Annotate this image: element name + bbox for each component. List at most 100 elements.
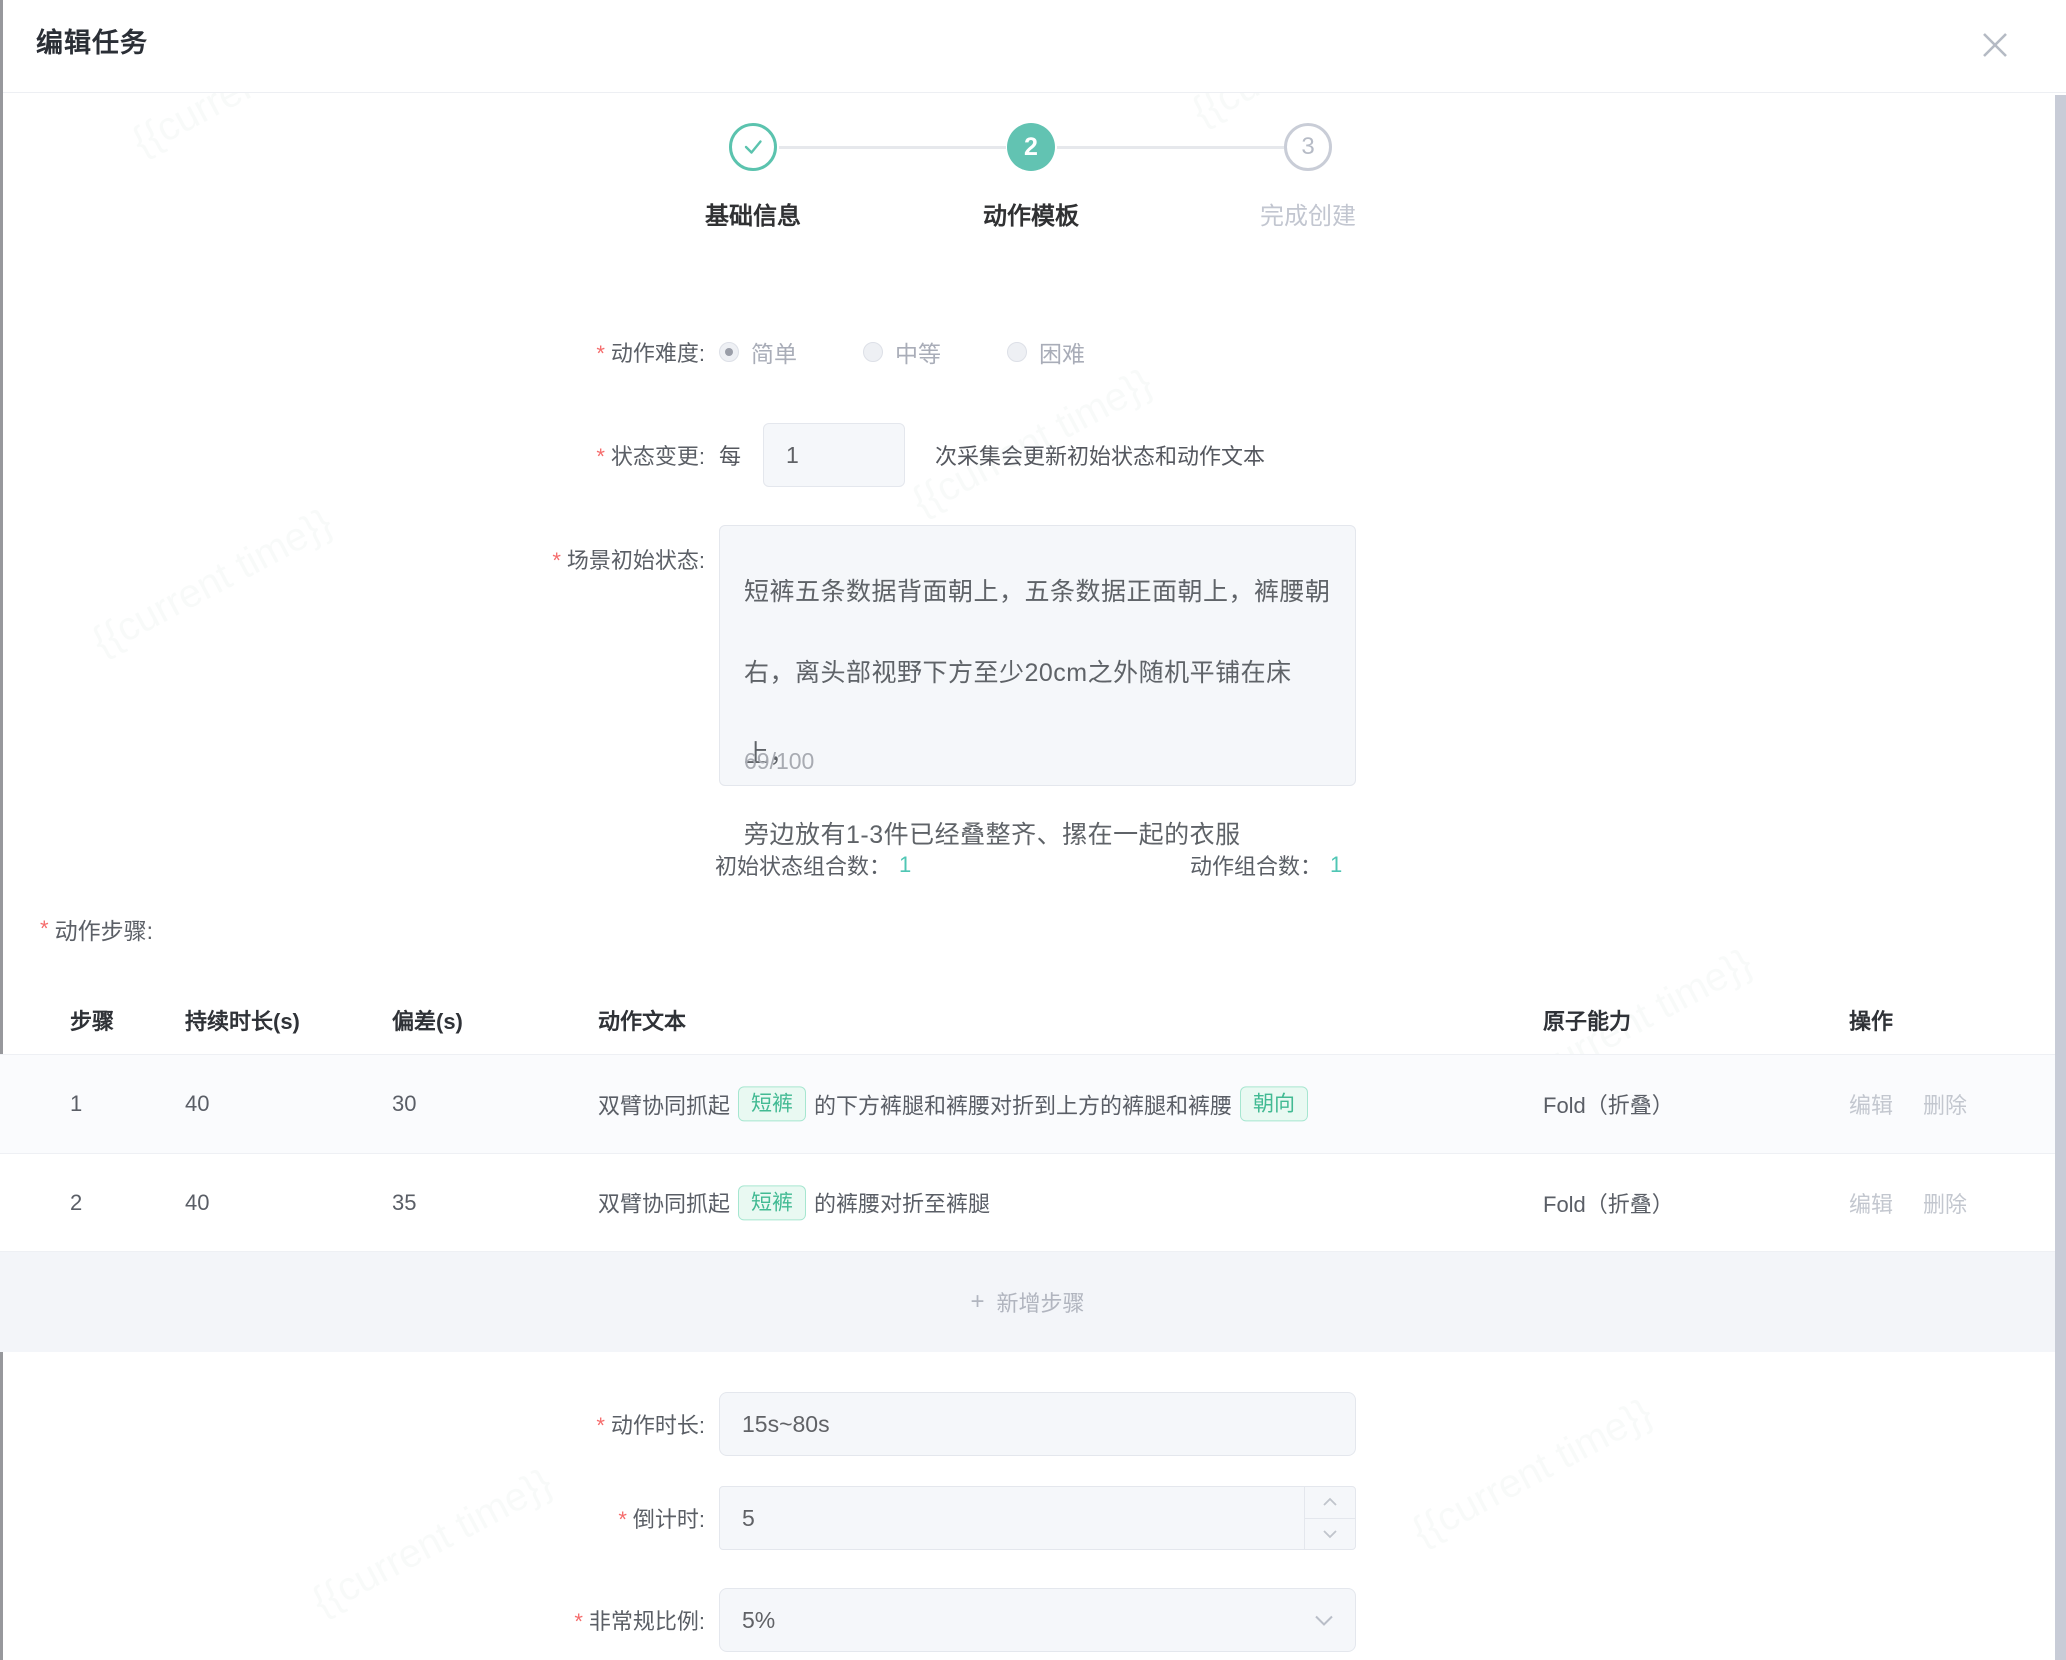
- radio-circle: [1007, 342, 1027, 362]
- combos-row: 初始状态组合数： 1 动作组合数： 1: [0, 845, 2066, 885]
- step-label-basic-info: 基础信息: [643, 196, 863, 231]
- edit-link[interactable]: 编辑: [1849, 1088, 1893, 1120]
- duration-row: *动作时长: 15s~80s: [0, 1392, 2066, 1456]
- action-steps-section-label: * 动作步骤:: [40, 909, 153, 949]
- required-asterisk: *: [574, 1609, 583, 1634]
- delete-link[interactable]: 删除: [1923, 1187, 1967, 1219]
- step-circle-1: [729, 123, 777, 171]
- initial-state-text: 短裤五条数据背面朝上，五条数据正面朝上，裤腰朝 右，离头部视野下方至少20cm之…: [744, 552, 1331, 876]
- step-number: 3: [1301, 133, 1314, 161]
- cell-ability: Fold（折叠）: [1543, 1187, 1674, 1219]
- initial-combos-label: 初始状态组合数：: [715, 849, 891, 881]
- object-tag: 短裤: [738, 1086, 806, 1121]
- cell-deviation: 35: [392, 1190, 416, 1216]
- initial-state-label: *场景初始状态:: [0, 543, 705, 575]
- required-asterisk: *: [596, 1413, 605, 1438]
- required-asterisk: *: [552, 548, 561, 573]
- char-counter: 69/100: [744, 748, 814, 775]
- col-header-text: 动作文本: [598, 1004, 1515, 1036]
- radio-medium[interactable]: 中等: [863, 335, 941, 369]
- step-label-action-template: 动作模板: [921, 196, 1141, 231]
- number-stepper: [1304, 1487, 1355, 1549]
- plus-icon: +: [970, 1288, 984, 1316]
- radio-easy[interactable]: 简单: [719, 335, 797, 369]
- dialog-title: 编辑任务: [36, 21, 148, 60]
- required-asterisk: *: [596, 444, 605, 469]
- required-asterisk: *: [596, 341, 605, 366]
- state-change-input[interactable]: 1: [763, 423, 905, 487]
- edit-task-dialog: {{current time}} {{current time}} {{curr…: [0, 0, 2066, 1660]
- add-step-label: 新增步骤: [997, 1286, 1085, 1318]
- step-circle-3: 3: [1284, 123, 1332, 171]
- unusual-ratio-row: *非常规比例: 5%: [0, 1588, 2066, 1652]
- chevron-up-icon: [1322, 1497, 1338, 1507]
- required-asterisk: *: [40, 916, 49, 942]
- countdown-label: *倒计时:: [0, 1502, 705, 1534]
- chevron-down-icon: [1313, 1614, 1335, 1628]
- col-header-ops: 操作: [1849, 1004, 1893, 1036]
- cell-duration: 40: [185, 1190, 209, 1216]
- col-header-step: 步骤: [70, 1004, 114, 1036]
- edit-link[interactable]: 编辑: [1849, 1187, 1893, 1219]
- step-circle-2: 2: [1007, 123, 1055, 171]
- countdown-value: 5: [742, 1505, 755, 1532]
- radio-circle: [863, 342, 883, 362]
- initial-state-textarea[interactable]: 短裤五条数据背面朝上，五条数据正面朝上，裤腰朝 右，离头部视野下方至少20cm之…: [719, 525, 1356, 786]
- object-tag: 短裤: [738, 1185, 806, 1220]
- check-icon: [739, 133, 767, 161]
- cell-duration: 40: [185, 1091, 209, 1117]
- action-combos-value: 1: [1330, 852, 1342, 878]
- cell-step: 1: [70, 1091, 82, 1117]
- difficulty-row: *动作难度: 简单 中等 困难: [0, 326, 2066, 378]
- initial-combos-value: 1: [899, 852, 911, 878]
- stepper-down-button[interactable]: [1305, 1518, 1355, 1550]
- radio-label: 简单: [751, 335, 797, 369]
- table-row: 2 40 35 双臂协同抓起 短裤 的裤腰对折至裤腿 Fold（折叠） 编辑 删…: [0, 1154, 2055, 1251]
- radio-circle-selected: [719, 342, 739, 362]
- unusual-ratio-value: 5%: [742, 1607, 775, 1634]
- required-asterisk: *: [618, 1507, 627, 1532]
- state-change-prefix: 每: [719, 439, 741, 471]
- close-icon: [1978, 28, 2012, 62]
- duration-value: 15s~80s: [742, 1411, 830, 1438]
- duration-label: *动作时长:: [0, 1408, 705, 1440]
- cell-action-text: 双臂协同抓起 短裤 的裤腰对折至裤腿: [598, 1185, 1515, 1220]
- radio-hard[interactable]: 困难: [1007, 335, 1085, 369]
- unusual-ratio-select[interactable]: 5%: [719, 1588, 1356, 1652]
- step-connector: [779, 146, 1006, 149]
- cell-ability: Fold（折叠）: [1543, 1088, 1674, 1120]
- table-header-row: 步骤 持续时长(s) 偏差(s) 动作文本 原子能力 操作: [0, 985, 2055, 1054]
- state-change-value: 1: [786, 442, 799, 469]
- difficulty-label: *动作难度:: [0, 336, 705, 368]
- step-number: 2: [1024, 133, 1038, 162]
- unusual-ratio-label: *非常规比例:: [0, 1604, 705, 1636]
- col-header-ability: 原子能力: [1543, 1004, 1631, 1036]
- cell-step: 2: [70, 1190, 82, 1216]
- stepper-up-button[interactable]: [1305, 1487, 1355, 1518]
- radio-label: 困难: [1039, 335, 1085, 369]
- action-combos-label: 动作组合数：: [1190, 849, 1322, 881]
- state-change-row: *状态变更: 每 1 次采集会更新初始状态和动作文本: [0, 423, 2066, 487]
- cell-ops: 编辑 删除: [1849, 1088, 1997, 1120]
- table-row: 1 40 30 双臂协同抓起 短裤 的下方裤腿和裤腰对折到上方的裤腿和裤腰 朝向…: [0, 1055, 2055, 1153]
- countdown-input[interactable]: 5: [719, 1486, 1356, 1550]
- col-header-duration: 持续时长(s): [185, 1004, 300, 1036]
- dialog-header: 编辑任务: [3, 0, 2066, 93]
- step-label-complete: 完成创建: [1198, 196, 1418, 231]
- add-step-button[interactable]: + 新增步骤: [0, 1252, 2055, 1352]
- state-change-label: *状态变更:: [0, 439, 705, 471]
- col-header-deviation: 偏差(s): [392, 1004, 463, 1036]
- chevron-down-icon: [1322, 1529, 1338, 1539]
- delete-link[interactable]: 删除: [1923, 1088, 1967, 1120]
- state-change-suffix: 次采集会更新初始状态和动作文本: [935, 439, 1265, 471]
- initial-state-row: *场景初始状态: 短裤五条数据背面朝上，五条数据正面朝上，裤腰朝 右，离头部视野…: [0, 525, 2066, 786]
- duration-input[interactable]: 15s~80s: [719, 1392, 1356, 1456]
- orientation-tag: 朝向: [1240, 1086, 1308, 1121]
- radio-label: 中等: [895, 335, 941, 369]
- close-button[interactable]: [1976, 26, 2014, 64]
- step-connector: [1057, 146, 1284, 149]
- cell-ops: 编辑 删除: [1849, 1187, 1997, 1219]
- countdown-row: *倒计时: 5: [0, 1486, 2066, 1550]
- cell-deviation: 30: [392, 1091, 416, 1117]
- cell-action-text: 双臂协同抓起 短裤 的下方裤腿和裤腰对折到上方的裤腿和裤腰 朝向: [598, 1086, 1515, 1121]
